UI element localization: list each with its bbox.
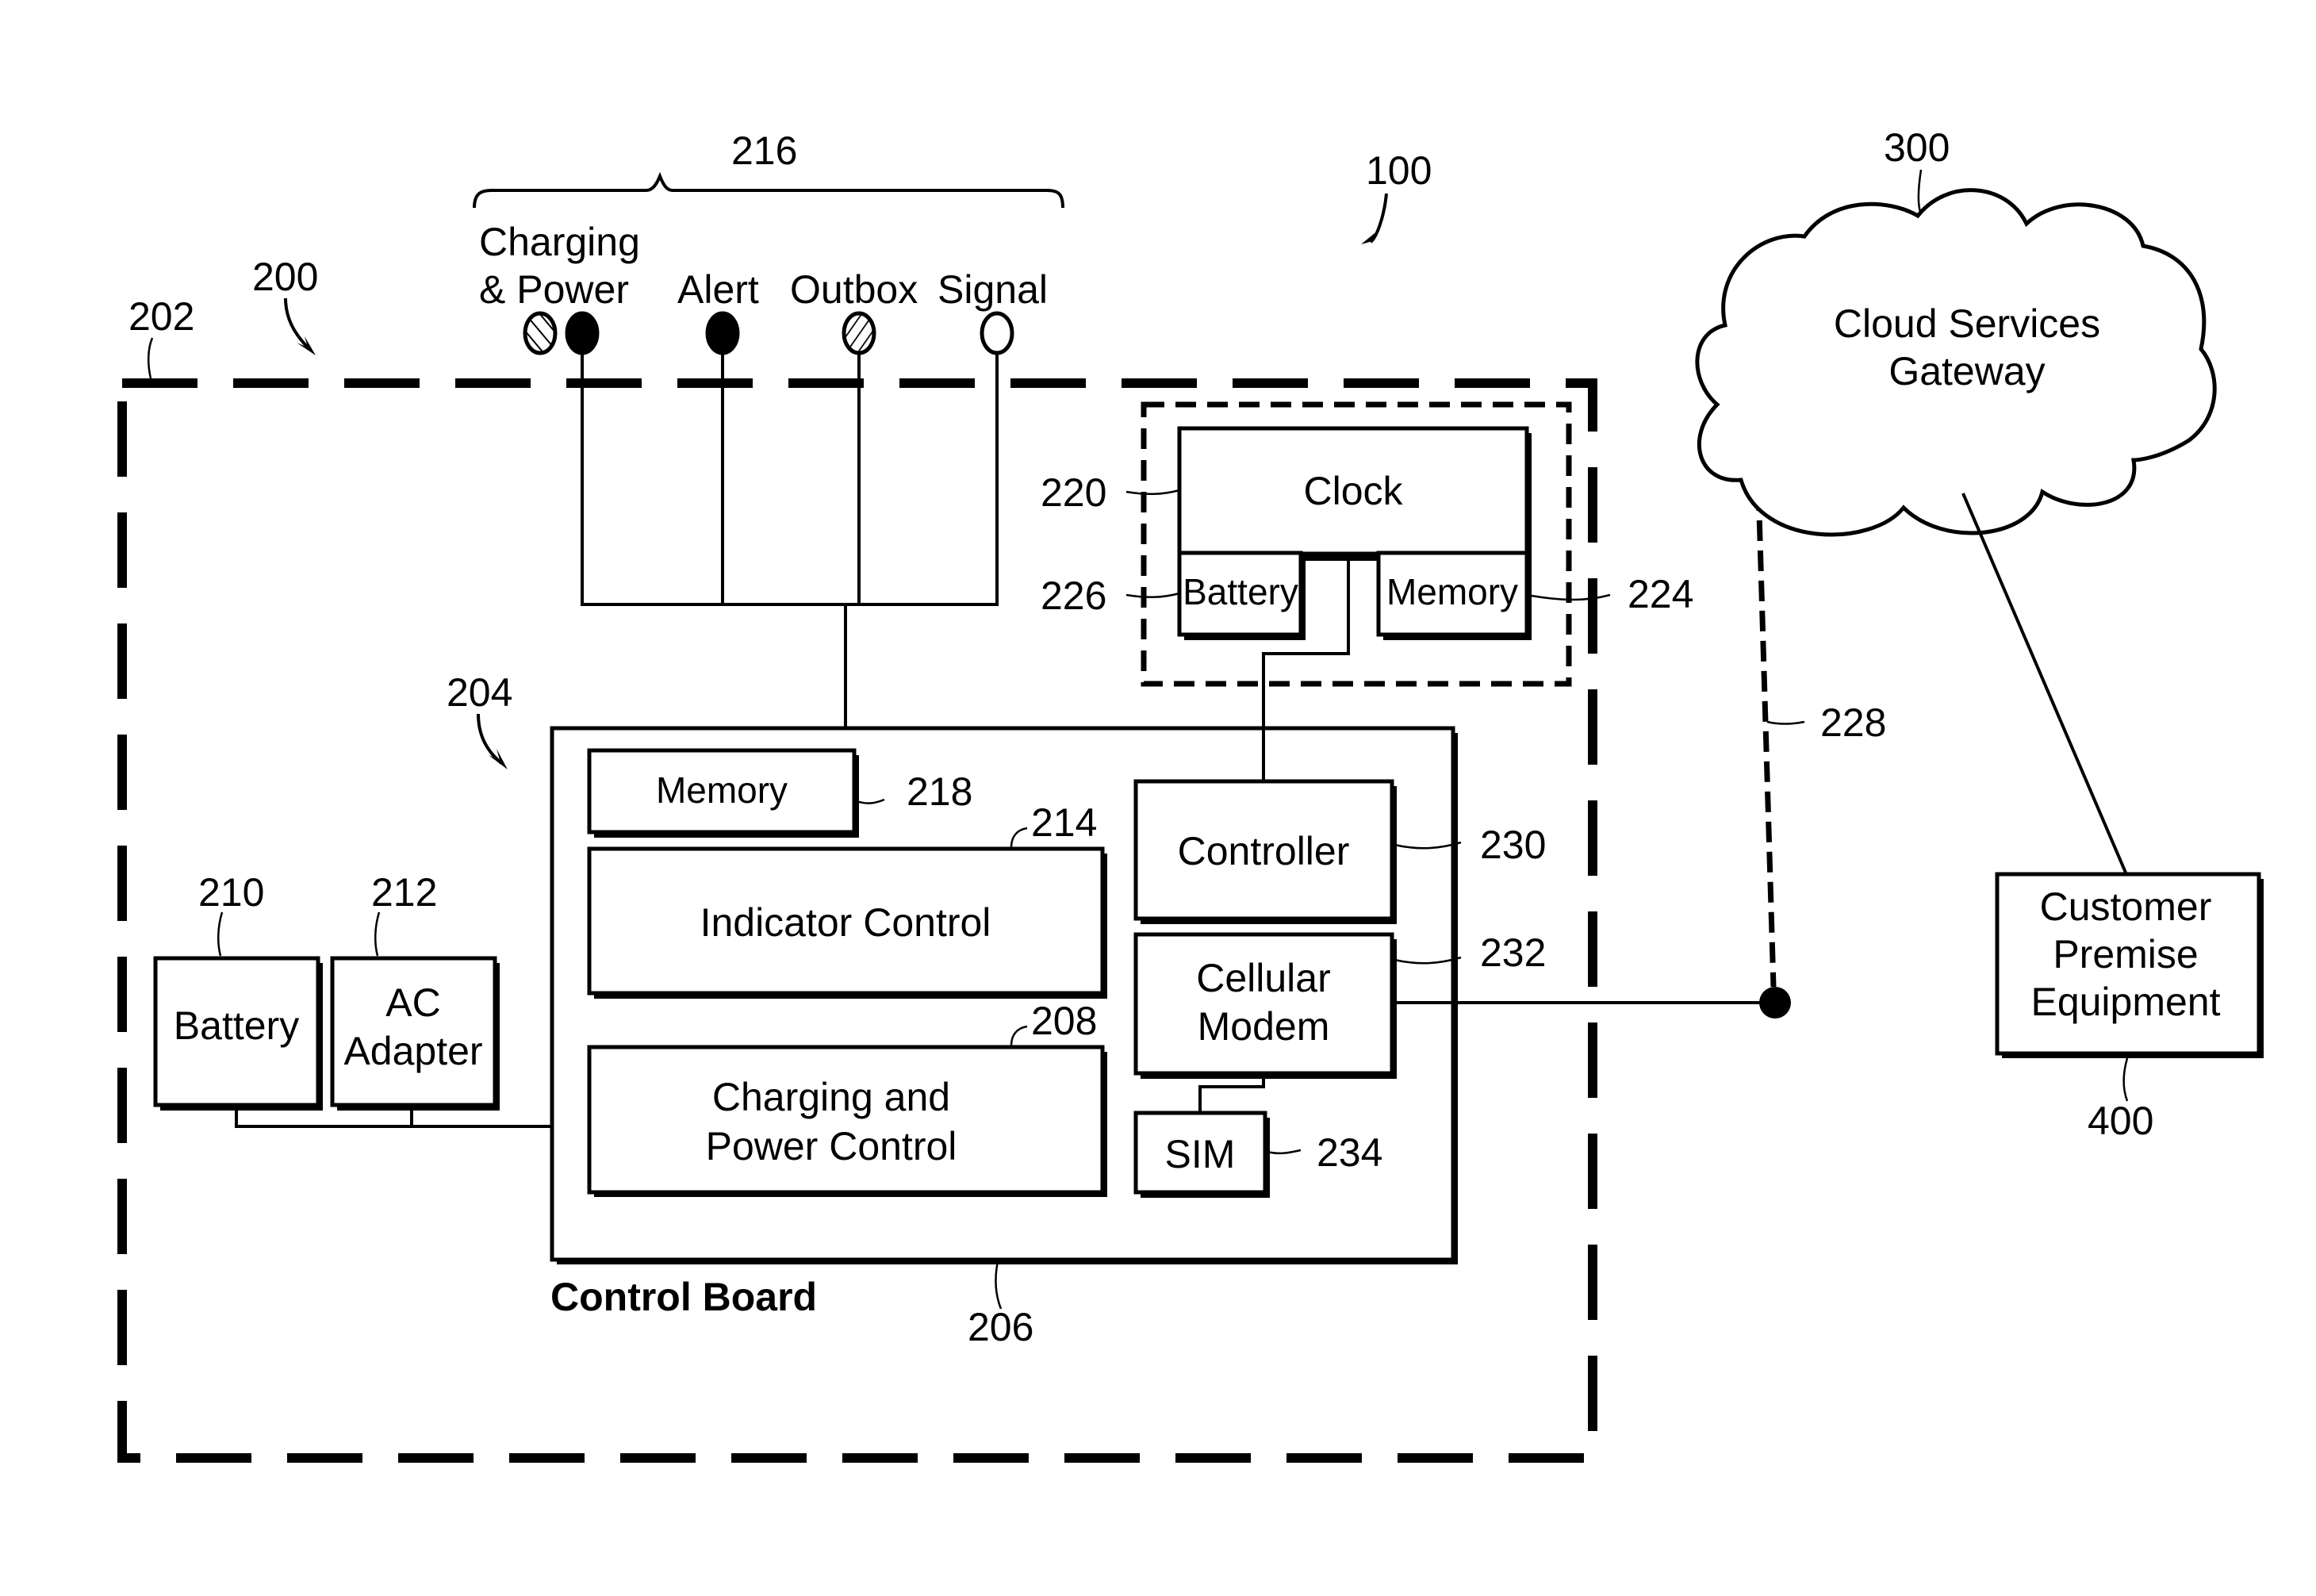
cloud-label-1: Cloud Services [1834, 301, 2100, 346]
system-diagram: 100 202 200 216 Charging & Power Alert O… [117, 125, 2264, 1463]
battery-label: Battery [174, 1003, 299, 1048]
memory-218-label: Memory [656, 769, 788, 811]
cpe-label-3: Equipment [2030, 980, 2220, 1024]
indicator-signal-label: Signal [938, 267, 1048, 312]
ref-212: 212 [371, 870, 437, 915]
clock-memory-label: Memory [1386, 571, 1518, 612]
charging-control-box [587, 1045, 1105, 1195]
indicator-wiring [581, 354, 999, 728]
ref-400: 400 [2088, 1099, 2153, 1143]
charging-control-label-2: Power Control [706, 1124, 957, 1168]
ref-234: 234 [1317, 1130, 1382, 1175]
board-assembly-reference: 204 [447, 670, 512, 769]
ref-208: 208 [1031, 999, 1097, 1043]
system-reference: 100 [1361, 148, 1432, 244]
cloud-cpe-link [1961, 493, 2127, 873]
ref-216: 216 [731, 129, 797, 173]
control-board: Control Board 206 Memory 218 Indicator C… [550, 726, 1458, 1349]
leader-202 [148, 337, 154, 379]
clock-battery-label: Battery [1183, 571, 1298, 612]
indicator-brace [473, 171, 1064, 209]
leader-228 [1766, 720, 1805, 725]
leader-226 [1125, 592, 1180, 599]
ac-adapter-label-1: AC [385, 980, 440, 1025]
leader-300 [1917, 169, 1923, 215]
leader-220 [1125, 489, 1180, 496]
power-sources: 210 212 Battery AC Adapter [153, 870, 554, 1128]
indicator-alert-label: Alert [677, 267, 759, 312]
ac-adapter-label-2: Adapter [343, 1029, 482, 1073]
leader-212 [374, 911, 381, 957]
indicator-control-label: Indicator Control [700, 900, 991, 945]
arrow-200 [284, 297, 311, 351]
ref-206: 206 [968, 1305, 1033, 1349]
ref-214: 214 [1031, 800, 1097, 845]
control-board-caption: Control Board [550, 1275, 817, 1319]
ref-226: 226 [1041, 574, 1106, 618]
outbox-led-icon [842, 311, 876, 355]
controller-label: Controller [1178, 829, 1350, 873]
clock-label: Clock [1303, 469, 1403, 513]
alert-led-icon [705, 311, 740, 355]
ref-220: 220 [1041, 470, 1106, 515]
ref-230: 230 [1480, 823, 1546, 867]
indicator-outbox-label: Outbox [790, 267, 918, 312]
ref-228: 228 [1820, 700, 1886, 745]
ref-100: 100 [1366, 148, 1432, 193]
ref-218: 218 [907, 769, 972, 814]
ref-232: 232 [1480, 930, 1546, 975]
cloud-services-gateway: 300 Cloud Services Gateway [1695, 125, 2217, 537]
ref-202: 202 [128, 294, 194, 339]
ref-210: 210 [198, 870, 264, 915]
customer-premise-equipment: Customer Premise Equipment 400 [1961, 493, 2264, 1143]
cpe-label-1: Customer [2040, 884, 2212, 929]
signal-led-icon [980, 311, 1014, 355]
antenna-node-icon [1759, 987, 1791, 1019]
ref-204: 204 [447, 670, 512, 715]
power-led-filled-icon [565, 311, 600, 355]
ref-300: 300 [1884, 125, 1950, 170]
leader-206 [995, 1260, 1003, 1310]
sim-label: SIM [1165, 1132, 1236, 1176]
indicator-charging-label-2: & Power [479, 267, 629, 312]
leader-400 [2122, 1057, 2129, 1102]
charging-led-hatched-icon [523, 311, 558, 355]
modem-label-1: Cellular [1196, 956, 1331, 1000]
cpe-label-2: Premise [2053, 932, 2198, 976]
ref-200: 200 [252, 255, 318, 299]
cloud-label-2: Gateway [1888, 349, 2045, 393]
charging-control-label-1: Charging and [712, 1075, 950, 1119]
leader-210 [217, 911, 224, 957]
power-wiring [235, 1111, 554, 1128]
ref-224: 224 [1628, 572, 1693, 616]
indicator-charging-label-1: Charging [479, 220, 640, 264]
indicator-group: 216 Charging & Power Alert Outbox Signal [473, 129, 1064, 728]
modem-label-2: Modem [1198, 1004, 1330, 1049]
